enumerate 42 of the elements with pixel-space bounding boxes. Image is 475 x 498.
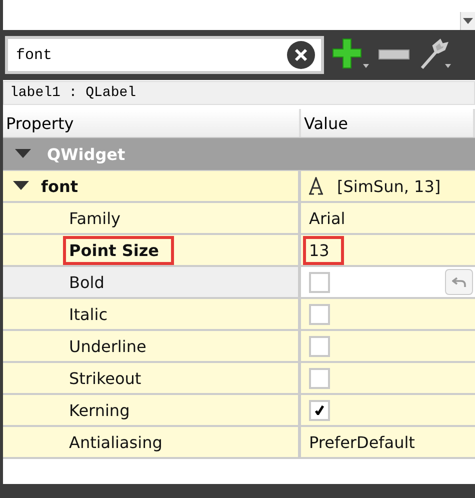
checkbox[interactable] (309, 304, 330, 324)
property-row[interactable]: Italic (3, 299, 475, 331)
property-value: Arial (308, 208, 346, 230)
minus-icon (378, 49, 410, 61)
property-name: Strikeout (68, 368, 142, 390)
property-value: 13 (303, 236, 344, 264)
property-row[interactable]: Kerning (3, 395, 475, 427)
property-row[interactable]: Antialiasing PreferDefault (3, 427, 475, 459)
collapse-icon[interactable] (13, 181, 29, 191)
property-row[interactable]: font [SimSun, 13] (3, 171, 475, 203)
reset-button[interactable] (445, 269, 473, 295)
property-name: font (40, 176, 79, 198)
property-row[interactable]: Strikeout (3, 363, 475, 395)
checkbox[interactable] (309, 400, 330, 420)
font-icon (309, 177, 323, 195)
wrench-icon (418, 38, 452, 72)
group-name: QWidget (47, 144, 126, 164)
checkbox[interactable] (309, 272, 330, 292)
property-name: Italic (68, 304, 108, 326)
property-value: PreferDefault (308, 432, 416, 454)
property-row[interactable]: Point Size 13 (3, 235, 475, 267)
property-name: Underline (68, 336, 148, 358)
property-name: Bold (68, 272, 106, 294)
property-name: Kerning (68, 400, 131, 422)
clear-icon[interactable] (287, 41, 315, 69)
property-row[interactable]: Bold (3, 267, 475, 299)
object-label: label1 : QLabel (3, 81, 475, 105)
checkbox[interactable] (309, 368, 330, 388)
undo-arrow-icon (452, 276, 466, 288)
property-name: Antialiasing (68, 432, 164, 454)
collapse-icon[interactable] (15, 149, 31, 159)
down-arrow-icon (463, 18, 473, 24)
property-name: Family (68, 208, 122, 230)
search-input[interactable]: font (14, 46, 287, 64)
search-field[interactable]: font (5, 36, 324, 74)
scroll-down-button[interactable] (460, 12, 475, 30)
property-row[interactable]: Underline (3, 331, 475, 363)
checkmark-icon (315, 405, 324, 415)
property-name: Point Size (63, 236, 174, 264)
property-row[interactable]: Family Arial (3, 203, 475, 235)
checkbox[interactable] (309, 336, 330, 356)
property-value: [SimSun, 13] (336, 176, 442, 198)
